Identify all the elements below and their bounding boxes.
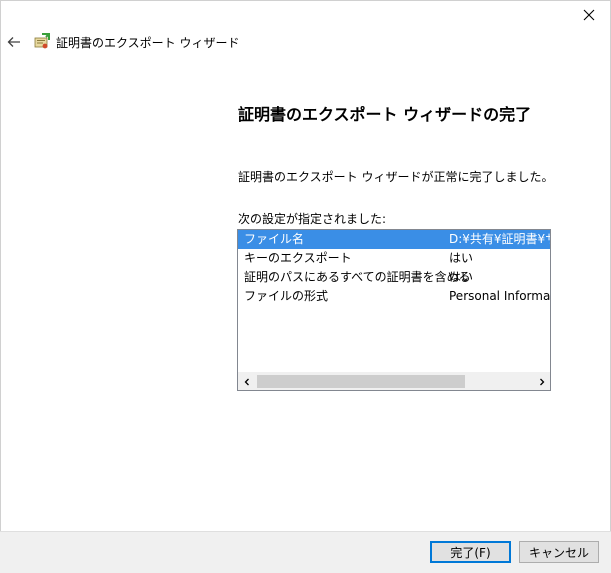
chevron-left-icon (244, 378, 249, 385)
close-button[interactable] (567, 0, 611, 30)
close-icon (583, 9, 595, 21)
cancel-button[interactable]: キャンセル (519, 541, 599, 563)
setting-name: ファイル名 (244, 232, 305, 246)
setting-name: 証明のパスにあるすべての証明書を含める (244, 270, 471, 284)
list-item[interactable]: ファイル名 D:¥共有¥証明書¥サー (238, 230, 550, 249)
setting-value: Personal Informatio (449, 289, 551, 303)
wizard-header-title: 証明書のエクスポート ウィザード (56, 36, 240, 50)
page-title: 証明書のエクスポート ウィザードの完了 (238, 105, 532, 124)
list-item[interactable]: キーのエクスポート はい (238, 249, 550, 268)
finish-button[interactable]: 完了(F) (430, 541, 511, 563)
certificate-wizard-icon (34, 33, 50, 49)
setting-name: ファイルの形式 (244, 289, 329, 303)
list-item[interactable]: ファイルの形式 Personal Informatio (238, 287, 550, 306)
setting-name: キーのエクスポート (244, 251, 352, 265)
settings-list[interactable]: ファイル名 D:¥共有¥証明書¥サー キーのエクスポート はい 証明のパスにある… (237, 229, 551, 391)
chevron-right-icon (539, 378, 544, 385)
back-button[interactable] (4, 32, 24, 52)
list-item[interactable]: 証明のパスにあるすべての証明書を含める はい (238, 268, 550, 287)
scrollbar-thumb[interactable] (257, 375, 465, 388)
back-arrow-icon (7, 37, 20, 47)
setting-value: D:¥共有¥証明書¥サー (449, 232, 550, 246)
setting-value: はい (449, 251, 474, 265)
scroll-left-button[interactable] (238, 373, 255, 390)
scroll-right-button[interactable] (533, 373, 550, 390)
horizontal-scrollbar[interactable] (238, 372, 550, 390)
footer-bar: 完了(F) キャンセル (0, 531, 611, 573)
setting-value: はい (449, 270, 474, 284)
success-message: 証明書のエクスポート ウィザードが正常に完了しました。 (238, 170, 554, 184)
settings-label: 次の設定が指定されました: (238, 212, 387, 226)
